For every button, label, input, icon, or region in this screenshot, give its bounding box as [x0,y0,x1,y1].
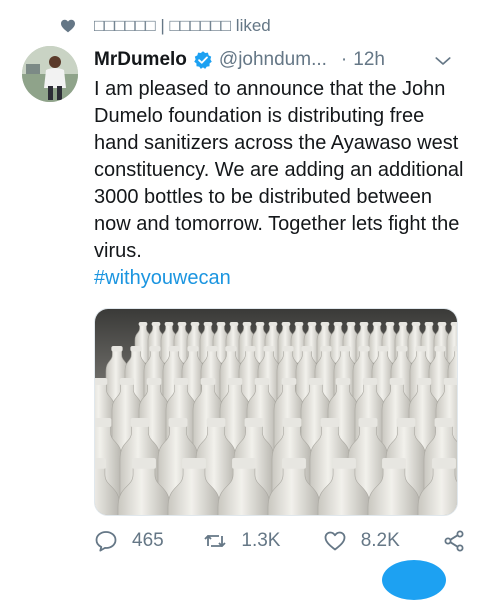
tweet-actions: 465 1.3K 8.2K [94,526,466,556]
tweet-header: MrDumelo @johndum... · 12h [94,46,466,74]
like-heart-icon [324,531,346,551]
verified-badge-icon [194,51,212,69]
reply-button[interactable]: 465 [94,529,203,553]
retweet-count: 1.3K [241,530,281,551]
compose-fab[interactable] [382,560,446,600]
separator-dot: · [340,49,348,70]
social-context-text: □□□□□□ | □□□□□□ liked [94,16,271,35]
tweet-text: I am pleased to announce that the John D… [94,76,466,292]
reply-icon [95,531,117,552]
heart-icon [61,19,75,33]
display-name[interactable]: MrDumelo [94,49,187,71]
chevron-down-icon[interactable] [434,52,452,70]
reply-count: 465 [132,530,164,551]
user-handle[interactable]: @johndum... [219,49,327,71]
retweet-button[interactable]: 1.3K [203,529,322,553]
avatar-image [22,46,78,102]
like-button[interactable]: 8.2K [323,529,442,553]
avatar[interactable] [22,46,78,102]
tweet-body: I am pleased to announce that the John D… [94,78,464,262]
share-button[interactable] [442,529,466,553]
hashtag-link[interactable]: #withyouwecan [94,265,466,292]
like-count: 8.2K [360,530,400,551]
bottles-photo [95,309,457,515]
tweet-media-image[interactable] [94,308,458,516]
retweet-icon [204,535,227,547]
social-context[interactable]: □□□□□□ | □□□□□□ liked [60,14,271,38]
share-icon [444,530,464,552]
timestamp[interactable]: 12h [353,49,385,71]
